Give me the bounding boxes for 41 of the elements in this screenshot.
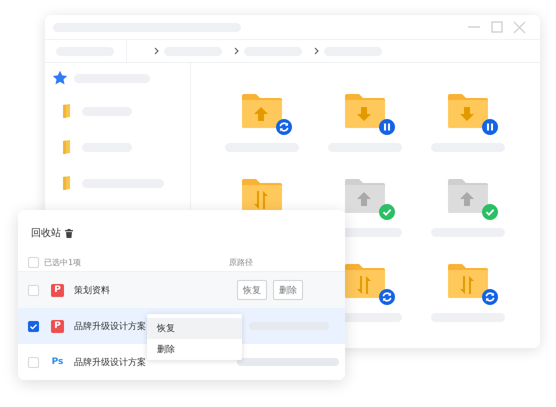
- checkbox[interactable]: [28, 356, 39, 368]
- file-name: 策划资料: [74, 284, 110, 296]
- menu-item[interactable]: 恢复: [147, 318, 242, 339]
- folder-icon: [344, 263, 386, 299]
- file-name: 品牌升级设计方案: [74, 320, 146, 332]
- folder-icon: [344, 178, 386, 214]
- folder-icon: [240, 93, 282, 129]
- folder-icon: [446, 93, 488, 129]
- folder-icon[interactable]: [62, 103, 72, 119]
- sync-badge-icon: [378, 289, 394, 305]
- selection-count: 已选中1项: [44, 256, 82, 268]
- pause-badge-icon: [482, 119, 498, 135]
- file-name: 品牌升级设计方案: [74, 356, 146, 368]
- column-header: 原路径: [229, 256, 253, 268]
- folder-icon: [344, 93, 386, 129]
- trash-icon[interactable]: [65, 228, 73, 238]
- maximize-icon[interactable]: [491, 21, 503, 33]
- folder-icon: [446, 263, 488, 299]
- chevron-icon: [314, 47, 319, 55]
- file-type-icon: Ps: [51, 356, 64, 368]
- checkbox[interactable]: [28, 284, 39, 296]
- checkbox[interactable]: [28, 256, 39, 268]
- file-type-icon: P: [51, 320, 64, 332]
- folder-icon[interactable]: [62, 175, 72, 191]
- pause-badge-icon: [378, 119, 394, 135]
- chevron-icon: [234, 47, 239, 55]
- chevron-icon: [154, 47, 159, 55]
- sync-badge-icon: [276, 119, 292, 135]
- star-icon[interactable]: [52, 70, 68, 86]
- restore-button[interactable]: 恢复: [237, 280, 267, 300]
- hovered-row[interactable]: P 策划资料 恢复 删除: [18, 272, 345, 308]
- checkbox[interactable]: [28, 320, 39, 332]
- panel-title: 回收站: [31, 226, 61, 240]
- close-icon[interactable]: [513, 20, 526, 34]
- sync-badge-icon: [482, 289, 498, 305]
- delete-button[interactable]: 删除: [273, 280, 303, 300]
- folder-icon[interactable]: [62, 139, 72, 155]
- check-badge-icon: [378, 204, 394, 220]
- check-badge-icon: [482, 204, 498, 220]
- folder-icon: [446, 178, 488, 214]
- file-type-icon: P: [51, 284, 64, 296]
